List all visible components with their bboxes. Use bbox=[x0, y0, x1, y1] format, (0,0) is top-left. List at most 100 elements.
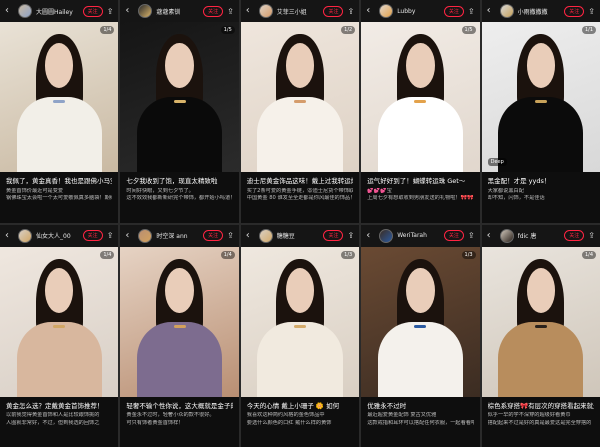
share-icon[interactable]: ⇪ bbox=[588, 7, 595, 16]
note-card[interactable]: ‹ 大圆圆Hailey关注 ⇪ 1/4 我佩了，黄金真香！我也是跟佛小马宝莉的人啦黄金首… bbox=[0, 0, 119, 223]
avatar[interactable] bbox=[18, 228, 32, 243]
follow-button[interactable]: 关注 bbox=[203, 5, 224, 17]
clothing-shape bbox=[377, 97, 463, 172]
note-card[interactable]: ‹ 蔻蔻素钏 关注 ⇪ 1/5 七夕我收到了饱，现直太精致啦 时间好快眼，又到七夕节了。 这不… bbox=[120, 0, 239, 223]
note-header: ‹ 糖糖豆 关注 ⇪ bbox=[240, 224, 360, 247]
share-icon[interactable]: ⇪ bbox=[588, 231, 595, 240]
note-body-line: 黄金首饰价最近可是变爱 bbox=[6, 187, 64, 194]
note-card[interactable]: ‹ 糖糖豆 关注 ⇪ 1/3 今天的心情 戴上小珊子 🌼 如何 我喜欢这种简约风格的金色饰品… bbox=[240, 224, 360, 447]
chevron-left-icon[interactable]: ‹ bbox=[246, 6, 256, 16]
author-name[interactable]: 小雨撒撒撒 bbox=[518, 7, 565, 16]
follow-button[interactable]: 关注 bbox=[443, 230, 464, 241]
chevron-left-icon[interactable]: ‹ bbox=[487, 6, 497, 16]
note-title[interactable]: 今天的心情 戴上小珊子 🌼 如何 bbox=[247, 402, 353, 411]
note-title[interactable]: 棕色系穿搭🎀有层次的穿搭看起来就是酷 bbox=[488, 402, 594, 411]
author-name[interactable]: 大圆圆Hailey bbox=[36, 7, 83, 16]
author-name[interactable]: Lubby bbox=[397, 8, 444, 15]
note-text: 黄金怎么选？定戴黄金首饰推荐！ 以前我觉得黄金首饰和人是比较跟饰挑的 人图就非常好，… bbox=[0, 397, 118, 447]
image-pager: 1/4 bbox=[581, 250, 596, 259]
avatar[interactable] bbox=[138, 228, 153, 243]
jewelry-accent bbox=[414, 100, 427, 103]
note-photo[interactable]: 1/4 bbox=[481, 246, 600, 397]
chevron-left-icon[interactable]: ‹ bbox=[366, 6, 376, 16]
follow-button[interactable]: 关注 bbox=[323, 5, 344, 17]
note-title[interactable]: 优雅永不过时 bbox=[367, 402, 473, 411]
avatar[interactable] bbox=[258, 228, 273, 243]
chevron-left-icon[interactable]: ‹ bbox=[5, 6, 15, 16]
avatar[interactable] bbox=[499, 4, 514, 18]
note-title[interactable]: 运气好好到了！蝴蝶转运珠 Get～ bbox=[367, 177, 473, 186]
jewelry-accent bbox=[534, 100, 547, 103]
note-title[interactable]: 黄金怎么选？定戴黄金首饰推荐！ bbox=[6, 402, 112, 411]
face-shape bbox=[285, 43, 315, 88]
note-text: 今天的心情 戴上小珊子 🌼 如何 我喜欢这种简约风格的金色饰品中 要选什么颜色的口红… bbox=[241, 397, 359, 447]
note-card[interactable]: ‹ 时空深 ann关注⇪ 1/4 轻奢不输个性你说，这大概就是金子的魅力黄金永不过时，… bbox=[120, 224, 239, 447]
author-name[interactable]: 艾菲三小姐 bbox=[277, 7, 324, 16]
chevron-left-icon[interactable]: ‹ bbox=[246, 230, 256, 241]
share-icon[interactable]: ⇪ bbox=[107, 7, 114, 16]
note-body-line: 可只有饰者黄金首饰样！ bbox=[126, 419, 184, 426]
note-photo[interactable]: 1/5 bbox=[361, 22, 480, 172]
chevron-left-icon[interactable]: ‹ bbox=[125, 230, 135, 241]
note-card[interactable]: ‹ Lubby 关注 ⇪ 1/5 运气好好到了！蝴蝶转运珠 Get～ 💕💕💕宝 上周七夕有想取… bbox=[361, 0, 480, 223]
note-photo[interactable]: 1/3 bbox=[240, 246, 360, 397]
jewelry-accent bbox=[534, 324, 547, 328]
avatar[interactable] bbox=[379, 228, 394, 243]
chevron-left-icon[interactable]: ‹ bbox=[366, 230, 376, 241]
share-icon[interactable]: ⇪ bbox=[227, 7, 234, 16]
note-title[interactable]: 我佩了，黄金真香！我也是跟佛小马宝莉的人啦 bbox=[6, 177, 112, 186]
share-icon[interactable]: ⇪ bbox=[227, 231, 234, 240]
note-card[interactable]: ‹ 小雨撒撒撒 关注 ⇪ 1/1 Deep 黑金配！才是 yyds！ 大家都说黑白配 却不知，闪… bbox=[481, 0, 600, 223]
avatar[interactable] bbox=[258, 4, 273, 18]
follow-button[interactable]: 关注 bbox=[82, 230, 103, 241]
note-photo[interactable]: 1/3 bbox=[361, 246, 480, 397]
note-card[interactable]: ‹ 艾菲三小姐 关注 ⇪ 1/2 迪士尼黄金饰品这味！戴上过我转运爆棚 买了2条可爱的黄金手… bbox=[240, 0, 360, 223]
avatar[interactable] bbox=[138, 4, 153, 18]
follow-button[interactable]: 关注 bbox=[564, 5, 585, 17]
face-shape bbox=[406, 267, 435, 313]
note-header: ‹ 蔻蔻素钏 关注 ⇪ bbox=[120, 0, 239, 22]
follow-button[interactable]: 关注 bbox=[203, 230, 224, 241]
chevron-left-icon[interactable]: ‹ bbox=[487, 230, 497, 241]
follow-button[interactable]: 关注 bbox=[564, 230, 585, 241]
face-shape bbox=[526, 43, 555, 88]
author-name[interactable]: WeriTarah bbox=[397, 232, 444, 239]
chevron-left-icon[interactable]: ‹ bbox=[125, 6, 135, 16]
avatar[interactable] bbox=[499, 228, 514, 243]
follow-button[interactable]: 关注 bbox=[323, 230, 344, 241]
author-name[interactable]: 时空深 ann bbox=[156, 231, 203, 240]
author-name[interactable]: 糖糖豆 bbox=[277, 231, 324, 240]
note-card[interactable]: ‹ 仙女大人_00 关注 ⇪ 1/4 黄金怎么选？定戴黄金首饰推荐！ 以前我觉得黄金首饰和人… bbox=[0, 224, 119, 447]
note-body-line: 要选什么颜色的口红 戴什么样的黄饰 bbox=[246, 419, 332, 426]
note-title[interactable]: 轻奢不输个性你说，这大概就是金子的魅力 bbox=[126, 402, 232, 411]
share-icon[interactable]: ⇪ bbox=[347, 7, 354, 16]
share-icon[interactable]: ⇪ bbox=[468, 231, 475, 240]
note-title[interactable]: 七夕我收到了饱，现直太精致啦 bbox=[126, 177, 232, 186]
note-photo[interactable]: 1/4 bbox=[120, 246, 239, 397]
face-shape bbox=[165, 267, 194, 313]
chevron-left-icon[interactable]: ‹ bbox=[5, 230, 15, 241]
follow-button[interactable]: 关注 bbox=[82, 5, 103, 17]
note-photo[interactable]: 1/1 Deep bbox=[481, 22, 600, 172]
author-name[interactable]: 仙女大人_00 bbox=[36, 231, 83, 240]
avatar[interactable] bbox=[379, 4, 394, 18]
note-card[interactable]: ‹ WeriTarah 关注 ⇪ 1/3 优雅永不过时 最近超爱黄金配饰 复古又优雅 这款戒指… bbox=[361, 224, 480, 447]
note-title[interactable]: 迪士尼黄金饰品这味！戴上过我转运爆棚 bbox=[247, 177, 353, 186]
note-photo[interactable]: 1/5 bbox=[120, 22, 239, 172]
follow-button[interactable]: 关注 bbox=[443, 5, 464, 17]
author-name[interactable]: fdic 唐 bbox=[518, 231, 565, 240]
clothing-shape bbox=[136, 321, 223, 397]
note-title[interactable]: 黑金配！才是 yyds！ bbox=[488, 177, 594, 186]
avatar[interactable] bbox=[18, 4, 32, 18]
share-icon[interactable]: ⇪ bbox=[107, 231, 114, 240]
note-photo[interactable]: 1/4 bbox=[0, 22, 119, 172]
face-shape bbox=[526, 267, 555, 313]
face-shape bbox=[406, 43, 435, 88]
image-pager: 1/2 bbox=[341, 26, 356, 34]
note-card[interactable]: ‹ fdic 唐关注⇪ 1/4 棕色系穿搭🎀有层次的穿搭看起来就是酷似乎一早的学不深穿… bbox=[481, 224, 600, 447]
author-name[interactable]: 蔻蔻素钏 bbox=[156, 7, 203, 16]
note-photo[interactable]: 1/4 bbox=[0, 246, 119, 397]
share-icon[interactable]: ⇪ bbox=[468, 7, 475, 16]
note-photo[interactable]: 1/2 bbox=[240, 22, 360, 172]
share-icon[interactable]: ⇪ bbox=[347, 231, 354, 240]
